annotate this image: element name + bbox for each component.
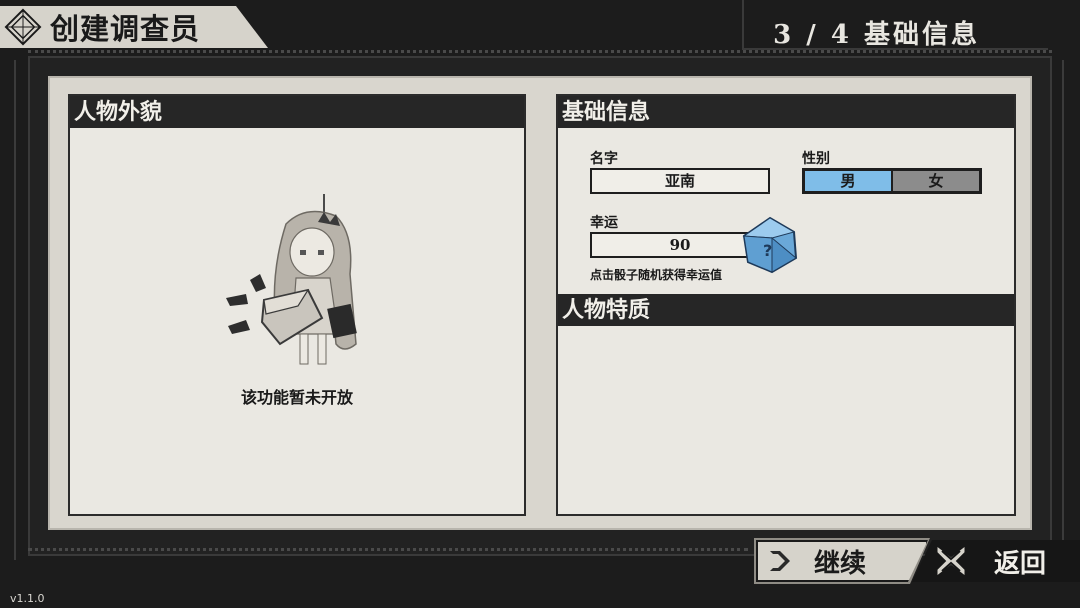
background-line [1062,60,1064,540]
gender-option-male[interactable]: 男 [805,171,891,191]
appearance-heading: 人物外貌 [70,96,524,128]
svg-text:?: ? [763,241,772,260]
back-label: 返回 [994,548,1047,579]
dice-icon[interactable]: ? [742,216,798,274]
chevron-right-icon [766,547,794,575]
traits-section: 人物特质 [558,294,1014,326]
title-tab: 创建调查员 [0,6,268,48]
page-title: 创建调查员 [50,12,201,46]
version-label: v1.1.0 [10,592,45,605]
feature-unavailable-text: 该功能暂未开放 [240,388,353,407]
traits-heading: 人物特质 [558,294,1014,326]
basic-info-heading: 基础信息 [558,96,1014,128]
background-line [14,60,16,560]
diamond-logo-icon [4,8,42,46]
main-panel: 人物外貌 该功能暂未开放 基础信息 名字 亚南 性别 男 女 幸运 90 ? 点… [48,76,1032,530]
close-icon [937,546,965,576]
gender-label: 性别 [802,151,830,167]
luck-hint: 点击骰子随机获得幸运值 [590,268,723,282]
screen: 创建调查员 3 / 4 基础信息 人物外貌 该功能暂未开放 基础信息 名字 亚南… [0,0,1080,608]
name-label: 名字 [590,151,618,167]
luck-label: 幸运 [590,215,618,231]
basic-info-panel: 基础信息 名字 亚南 性别 男 女 幸运 90 ? 点击骰子随机获得幸运值 人物… [556,94,1016,516]
back-button[interactable]: 返回 [912,540,1080,582]
step-indicator: 3 / 4 基础信息 [773,20,980,50]
gender-toggle: 男 女 [802,168,982,194]
gender-option-female[interactable]: 女 [893,171,979,191]
continue-label: 继续 [814,548,867,579]
continue-button[interactable]: 继续 [756,540,928,582]
appearance-panel: 人物外貌 该功能暂未开放 [68,94,526,516]
character-illustration [226,194,357,365]
name-field[interactable]: 亚南 [590,168,770,194]
background-dotted-line [28,548,748,552]
